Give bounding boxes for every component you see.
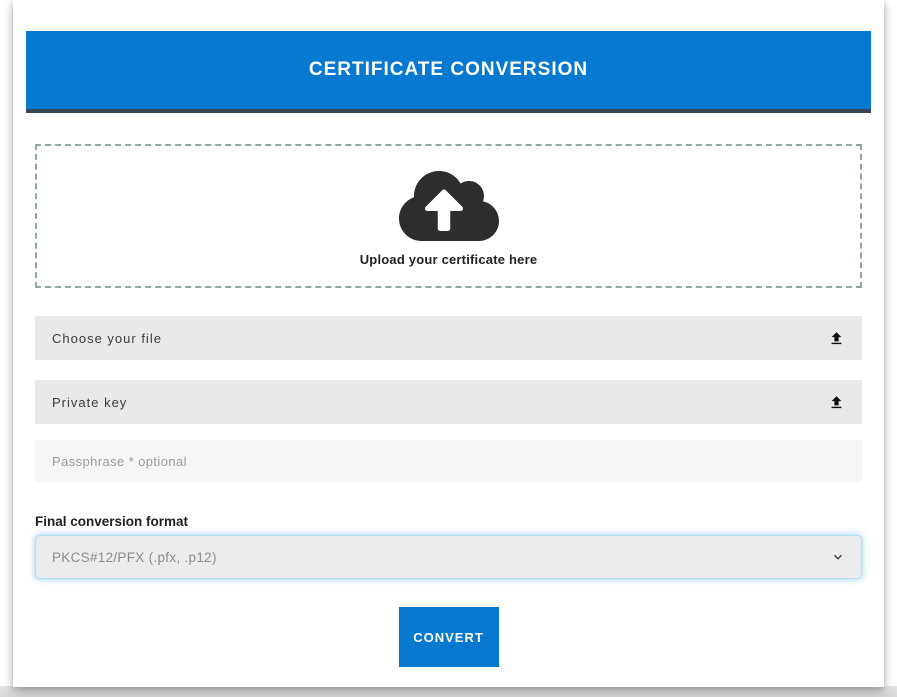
upload-icon[interactable]: [828, 394, 845, 411]
certificate-dropzone[interactable]: Upload your certificate here: [35, 144, 862, 288]
page-footer-strip: [0, 686, 897, 697]
dropzone-label: Upload your certificate here: [360, 252, 538, 267]
private-key-label: Private key: [52, 395, 127, 410]
private-key-field[interactable]: Private key: [35, 380, 862, 424]
passphrase-input[interactable]: [35, 440, 862, 482]
certificate-conversion-card: CERTIFICATE CONVERSION Upload your certi…: [13, 0, 884, 687]
page-title: CERTIFICATE CONVERSION: [309, 59, 588, 81]
format-selected-value: PKCS#12/PFX (.pfx, .p12): [52, 550, 217, 565]
format-label: Final conversion format: [35, 514, 862, 529]
choose-file-label: Choose your file: [52, 331, 162, 346]
card-header: CERTIFICATE CONVERSION: [26, 31, 871, 113]
card-content: Upload your certificate here Choose your…: [13, 144, 884, 667]
choose-file-field[interactable]: Choose your file: [35, 316, 862, 360]
upload-icon[interactable]: [828, 330, 845, 347]
convert-button[interactable]: CONVERT: [399, 607, 499, 667]
format-select[interactable]: PKCS#12/PFX (.pfx, .p12): [35, 535, 862, 579]
chevron-down-icon: [831, 550, 845, 564]
cloud-upload-icon: [399, 166, 499, 246]
